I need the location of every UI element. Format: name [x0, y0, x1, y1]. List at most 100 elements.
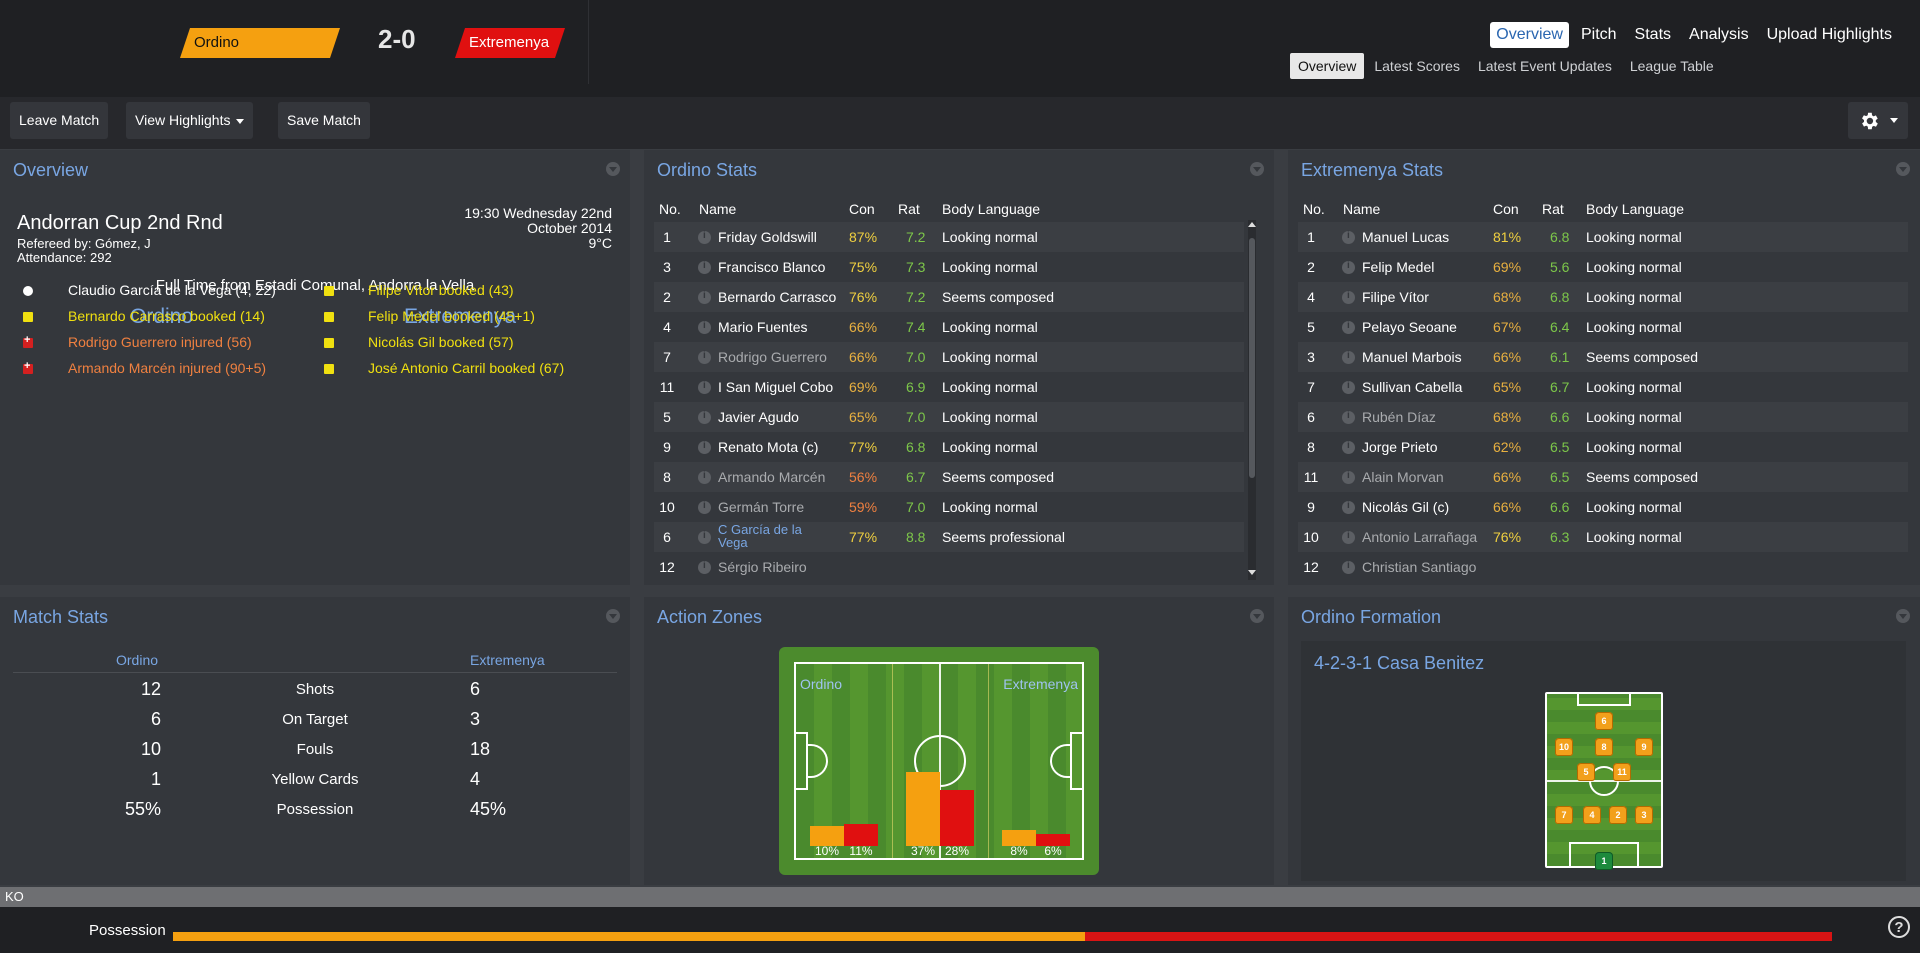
subnav-league-table[interactable]: League Table — [1622, 53, 1722, 79]
col-name[interactable]: Name — [1343, 201, 1380, 217]
table-row[interactable]: 9 Renato Mota (c) 77% 6.8 Looking normal — [654, 432, 1244, 462]
info-icon[interactable] — [1342, 320, 1355, 334]
table-row[interactable]: 9 Nicolás Gil (c) 66% 6.6 Looking normal — [1298, 492, 1908, 522]
col-rat[interactable]: Rat — [1542, 201, 1564, 217]
table-row[interactable]: 7 Sullivan Cabella 65% 6.7 Looking normal — [1298, 372, 1908, 402]
player-name[interactable]: Friday Goldswill — [718, 229, 817, 245]
player-shirt[interactable]: 7 — [1555, 806, 1573, 824]
settings-button[interactable] — [1848, 102, 1908, 139]
col-con[interactable]: Con — [1493, 201, 1519, 217]
away-team-tag[interactable]: Extremenya — [455, 28, 565, 58]
table-row[interactable]: 12 Sérgio Ribeiro — [654, 552, 1244, 582]
table-row[interactable]: 6 Rubén Díaz 68% 6.6 Looking normal — [1298, 402, 1908, 432]
player-name[interactable]: Bernardo Carrasco — [718, 289, 836, 305]
info-icon[interactable] — [698, 380, 711, 394]
nav-analysis[interactable]: Analysis — [1683, 22, 1755, 48]
table-row[interactable]: 3 Francisco Blanco 75% 7.3 Looking normal — [654, 252, 1244, 282]
info-icon[interactable] — [698, 410, 711, 424]
table-row[interactable]: 5 Pelayo Seoane 67% 6.4 Looking normal — [1298, 312, 1908, 342]
collapse-icon[interactable] — [1250, 609, 1264, 623]
help-icon[interactable]: ? — [1888, 916, 1910, 938]
scrollbar[interactable] — [1248, 220, 1256, 580]
player-shirt[interactable]: 10 — [1555, 738, 1573, 756]
info-icon[interactable] — [698, 230, 711, 244]
info-icon[interactable] — [1342, 500, 1355, 514]
player-name[interactable]: I San Miguel Cobo — [718, 379, 833, 395]
table-row[interactable]: 5 Javier Agudo 65% 7.0 Looking normal — [654, 402, 1244, 432]
table-row[interactable]: 10 Germán Torre 59% 7.0 Looking normal — [654, 492, 1244, 522]
player-shirt[interactable]: 6 — [1595, 712, 1613, 730]
table-row[interactable]: 1 Friday Goldswill 87% 7.2 Looking normal — [654, 222, 1244, 252]
info-icon[interactable] — [1342, 230, 1355, 244]
player-name[interactable]: Antonio Larrañaga — [1362, 529, 1477, 545]
subnav-latest-scores[interactable]: Latest Scores — [1366, 53, 1468, 79]
info-icon[interactable] — [1342, 260, 1355, 274]
info-icon[interactable] — [1342, 470, 1355, 484]
info-icon[interactable] — [1342, 530, 1355, 544]
info-icon[interactable] — [698, 440, 711, 454]
player-name[interactable]: Javier Agudo — [718, 409, 799, 425]
leave-match-button[interactable]: Leave Match — [10, 102, 109, 139]
info-icon[interactable] — [698, 470, 711, 484]
table-row[interactable]: 4 Filipe Vítor 68% 6.8 Looking normal — [1298, 282, 1908, 312]
player-name[interactable]: Renato Mota (c) — [718, 439, 818, 455]
collapse-icon[interactable] — [606, 162, 620, 176]
player-name[interactable]: Sérgio Ribeiro — [718, 559, 807, 575]
player-name[interactable]: Rodrigo Guerrero — [718, 349, 827, 365]
col-rat[interactable]: Rat — [898, 201, 920, 217]
player-name[interactable]: Manuel Marbois — [1362, 349, 1462, 365]
table-row[interactable]: 2 Bernardo Carrasco 76% 7.2 Seems composed — [654, 282, 1244, 312]
scroll-thumb[interactable] — [1249, 238, 1255, 478]
nav-pitch[interactable]: Pitch — [1575, 22, 1623, 48]
player-name[interactable]: Pelayo Seoane — [1362, 319, 1457, 335]
table-row[interactable]: 6 C García de la Vega 77% 8.8 Seems professi… — [654, 522, 1244, 552]
nav-overview[interactable]: Overview — [1490, 22, 1569, 48]
subnav-overview[interactable]: Overview — [1290, 53, 1365, 79]
player-name[interactable]: Mario Fuentes — [718, 319, 807, 335]
info-icon[interactable] — [698, 320, 711, 334]
info-icon[interactable] — [1342, 380, 1355, 394]
col-body-language[interactable]: Body Language — [942, 201, 1040, 217]
player-shirt[interactable]: 2 — [1609, 806, 1627, 824]
col-name[interactable]: Name — [699, 201, 736, 217]
table-row[interactable]: 8 Armando Marcén 56% 6.7 Seems composed — [654, 462, 1244, 492]
player-name[interactable]: Sullivan Cabella — [1362, 379, 1462, 395]
collapse-icon[interactable] — [606, 609, 620, 623]
view-highlights-button[interactable]: View Highlights — [126, 102, 254, 139]
player-shirt[interactable]: 8 — [1595, 738, 1613, 756]
table-row[interactable]: 11 I San Miguel Cobo 69% 6.9 Looking normal — [654, 372, 1244, 402]
player-name[interactable]: Armando Marcén — [718, 469, 825, 485]
table-row[interactable]: 1 Manuel Lucas 81% 6.8 Looking normal — [1298, 222, 1908, 252]
player-shirt[interactable]: 3 — [1635, 806, 1653, 824]
player-shirt[interactable]: 4 — [1583, 806, 1601, 824]
player-shirt[interactable]: 9 — [1635, 738, 1653, 756]
player-name[interactable]: Felip Medel — [1362, 259, 1434, 275]
scroll-down-icon[interactable] — [1248, 570, 1256, 575]
player-name[interactable]: Francisco Blanco — [718, 259, 825, 275]
info-icon[interactable] — [1342, 560, 1355, 574]
table-row[interactable]: 12 Christian Santiago — [1298, 552, 1908, 582]
info-icon[interactable] — [698, 560, 711, 574]
player-shirt[interactable]: 5 — [1577, 763, 1595, 781]
table-row[interactable]: 4 Mario Fuentes 66% 7.4 Looking normal — [654, 312, 1244, 342]
player-name[interactable]: Nicolás Gil (c) — [1362, 499, 1449, 515]
table-row[interactable]: 8 Jorge Prieto 62% 6.5 Looking normal — [1298, 432, 1908, 462]
player-shirt[interactable]: 11 — [1613, 763, 1631, 781]
player-name[interactable]: Filipe Vítor — [1362, 289, 1429, 305]
timeline-bar[interactable]: KO — [0, 887, 1920, 907]
nav-upload-highlights[interactable]: Upload Highlights — [1761, 22, 1898, 48]
player-name[interactable]: Christian Santiago — [1362, 559, 1476, 575]
info-icon[interactable] — [698, 290, 711, 304]
formation-name[interactable]: 4-2-3-1 Casa Benitez — [1314, 653, 1484, 674]
player-name[interactable]: C García de la Vega — [718, 523, 813, 549]
col-body-language[interactable]: Body Language — [1586, 201, 1684, 217]
info-icon[interactable] — [1342, 290, 1355, 304]
info-icon[interactable] — [1342, 350, 1355, 364]
info-icon[interactable] — [1342, 440, 1355, 454]
info-icon[interactable] — [698, 350, 711, 364]
info-icon[interactable] — [1342, 410, 1355, 424]
player-shirt[interactable]: 1 — [1595, 852, 1613, 870]
player-name[interactable]: Germán Torre — [718, 499, 804, 515]
player-name[interactable]: Alain Morvan — [1362, 469, 1444, 485]
player-name[interactable]: Manuel Lucas — [1362, 229, 1449, 245]
